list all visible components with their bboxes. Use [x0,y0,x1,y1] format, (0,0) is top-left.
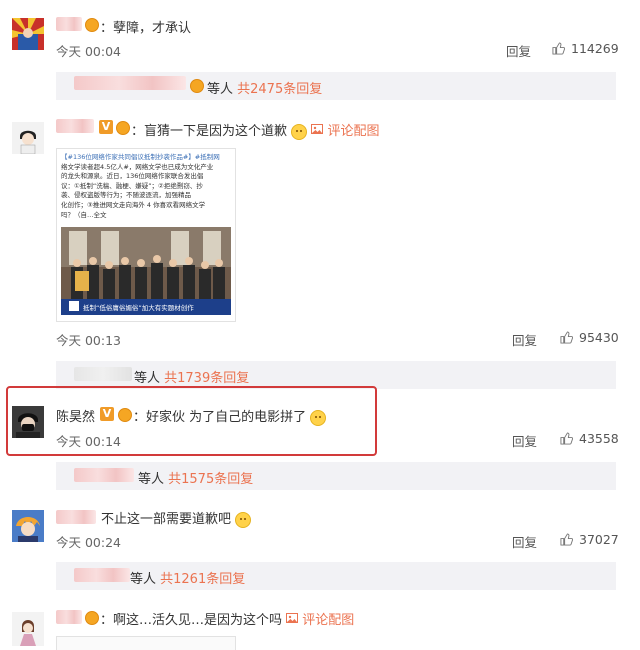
username-redacted[interactable] [56,610,82,624]
vip-badge-icon [85,611,99,625]
vip-badge-icon [190,79,204,93]
like-count: 43558 [579,431,619,446]
username-redacted [74,468,134,482]
comment-text: ：啊这…活久见…是因为这个吗 评论配图 [100,609,354,628]
verified-badge-icon: V [99,120,113,134]
comment-text-body: 不止这一部需要道歉吧 [101,512,232,527]
smile-emoji-icon [310,409,327,426]
image-post-text: 【#136位网络作家共同倡议抵制抄袭作品#】#抵制网 络文学读者超4.5亿人#，… [61,153,220,219]
thumbs-up-icon [560,432,573,445]
reply-button[interactable]: 回复 [512,431,537,450]
like-count: 114269 [571,41,619,56]
verified-badge-icon: V [100,407,114,421]
username-redacted [74,568,130,582]
reply-thread-bar[interactable]: 等人 共1261条回复 [56,562,616,590]
username-redacted[interactable] [56,17,82,31]
picture-icon [286,613,299,623]
vip-badge-icon [85,18,99,32]
like-button[interactable]: 43558 [560,431,619,446]
reply-thread-bar[interactable]: 等人 共2475条回复 [56,72,616,100]
username-redacted[interactable] [56,510,96,524]
like-count: 37027 [579,532,619,547]
reply-button[interactable]: 回复 [512,532,537,551]
reply-thread-bar[interactable]: 等人 共1739条回复 [56,361,616,389]
thumbs-up-icon [552,42,565,55]
thread-reply-count[interactable]: 共1739条回复 [164,371,249,386]
comment-time: 今天 00:24 [56,535,121,550]
like-count: 95430 [579,330,619,345]
avatar[interactable] [12,18,44,50]
avatar[interactable] [12,406,44,438]
thread-suffix: 等人 [207,82,238,97]
comment-text: ：盲猜一下是因为这个道歉 评论配图 [131,120,379,140]
doge-emoji-icon [291,123,308,140]
thread-reply-count[interactable]: 共1575条回复 [168,472,253,487]
comment-text: ：好家伙 为了自己的电影拼了 [133,406,327,426]
comment-image-link-text: 评论配图 [302,613,355,628]
comment-image[interactable]: 【#136位网络作家共同倡议抵制抄袭作品#】#抵制网 络文学读者超4.5亿人#，… [56,148,236,322]
reply-thread-bar[interactable]: 等人 共1575条回复 [56,462,616,490]
like-button[interactable]: 37027 [560,532,619,547]
comment-image-link-text: 评论配图 [327,124,380,139]
comment-time: 今天 00:13 [56,333,121,348]
vip-badge-icon [116,121,130,135]
avatar[interactable] [12,510,44,542]
thread-suffix: 等人 [138,472,169,487]
picture-icon [311,124,324,134]
comment-text-body: ：啊这…活久见…是因为这个吗 [100,613,283,628]
thread-reply-count[interactable]: 共2475条回复 [237,82,322,97]
thumbs-up-icon [560,533,573,546]
thumbs-up-icon [560,331,573,344]
comment-image-link[interactable]: 评论配图 [311,124,379,139]
username-redacted[interactable] [56,119,94,133]
image-caption: 抵制“低俗庸俗媚俗”加大有实题材创作 [83,304,194,312]
comment-time: 今天 00:14 [56,434,121,449]
comment-text: ：孽障，才承认 [100,21,192,36]
like-button[interactable]: 114269 [552,41,619,56]
comment-text-body: ：盲猜一下是因为这个道歉 [131,124,288,139]
avatar[interactable] [12,122,44,154]
username[interactable]: 陈昊然 [56,406,95,425]
vip-badge-icon [118,408,132,422]
thread-reply-count[interactable]: 共1261条回复 [160,572,245,587]
username-redacted [74,76,186,90]
comment-text: 不止这一部需要道歉吧 [101,508,252,528]
thread-suffix: 等人 [134,371,165,386]
comment-text-body: ：好家伙 为了自己的电影拼了 [133,410,307,425]
comment-image[interactable] [56,636,236,650]
comment-time: 今天 00:04 [56,44,121,59]
thread-suffix: 等人 [130,572,161,587]
avatar[interactable] [12,612,44,646]
comment-image-link[interactable]: 评论配图 [286,613,354,628]
reply-button[interactable]: 回复 [506,41,531,60]
doge-emoji-icon [235,511,252,528]
like-button[interactable]: 95430 [560,330,619,345]
username-redacted [74,367,132,381]
reply-button[interactable]: 回复 [512,330,537,349]
